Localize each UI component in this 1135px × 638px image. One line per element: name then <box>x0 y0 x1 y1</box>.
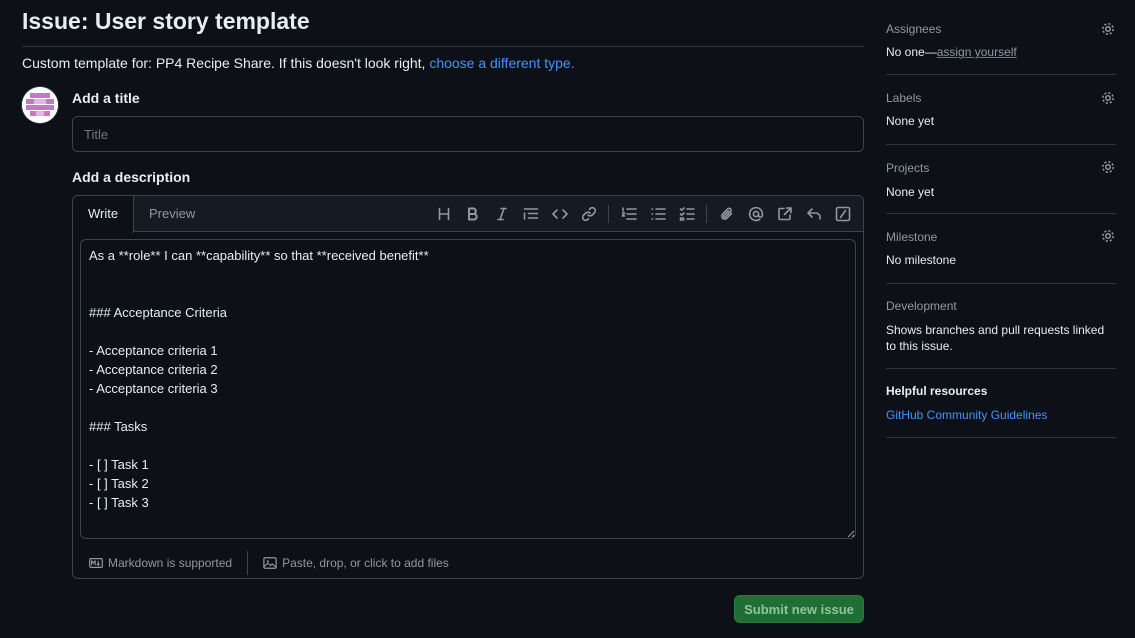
projects-value: None yet <box>886 185 935 199</box>
markdown-supported-link[interactable]: Markdown is supported <box>89 556 232 570</box>
identicon-icon <box>22 87 58 123</box>
reference-icon[interactable] <box>770 200 799 228</box>
attach-note: Paste, drop, or click to add files <box>282 555 449 570</box>
milestone-section: Milestone No milestone <box>886 214 1116 284</box>
development-section: Development Shows branches and pull requ… <box>886 284 1116 369</box>
assign-yourself-link[interactable]: assign yourself <box>937 45 1017 59</box>
heading-icon[interactable] <box>429 200 458 228</box>
assignees-none: No one— <box>886 45 937 59</box>
choose-different-type-link[interactable]: choose a different type. <box>429 55 574 71</box>
assignees-gear-icon[interactable] <box>1100 21 1116 37</box>
development-value: Shows branches and pull requests linked … <box>886 323 1105 353</box>
mention-icon[interactable] <box>741 200 770 228</box>
title-divider <box>22 46 864 47</box>
description-label: Add a description <box>72 169 191 185</box>
community-guidelines-link[interactable]: GitHub Community Guidelines <box>886 408 1047 422</box>
assignees-value: No one—assign yourself <box>886 45 1017 59</box>
tab-write[interactable]: Write <box>73 196 135 233</box>
toolbar-divider <box>706 205 707 223</box>
labels-value: None yet <box>886 114 935 128</box>
task-list-icon[interactable] <box>672 200 701 228</box>
title-label: Add a title <box>72 90 140 106</box>
milestone-gear-icon[interactable] <box>1100 228 1116 244</box>
submit-issue-button[interactable]: Submit new issue <box>734 595 864 623</box>
image-icon <box>263 556 277 569</box>
footer-divider <box>247 550 249 575</box>
markdown-note: Markdown is supported <box>108 555 233 570</box>
reply-icon[interactable] <box>799 200 828 228</box>
attach-icon[interactable] <box>712 200 741 228</box>
description-textarea[interactable]: As a **role** I can **capability** so th… <box>80 239 856 539</box>
editor-header: Write Preview <box>73 196 863 233</box>
development-heading: Development <box>886 299 957 313</box>
projects-section: Projects None yet <box>886 145 1116 214</box>
bold-icon[interactable] <box>458 200 487 228</box>
unordered-list-icon[interactable] <box>643 200 672 228</box>
helpful-resources-heading: Helpful resources <box>886 384 988 398</box>
projects-heading: Projects <box>886 161 930 175</box>
template-notice-text: Custom template for: PP4 Recipe Share. I… <box>22 55 430 71</box>
template-notice: Custom template for: PP4 Recipe Share. I… <box>22 55 575 71</box>
slash-commands-icon[interactable] <box>828 200 857 228</box>
link-icon[interactable] <box>574 200 603 228</box>
helpful-resources-section: Helpful resources GitHub Community Guide… <box>886 369 1116 438</box>
italic-icon[interactable] <box>487 200 516 228</box>
labels-section: Labels None yet <box>886 75 1116 145</box>
milestone-heading: Milestone <box>886 230 938 244</box>
tab-preview[interactable]: Preview <box>134 196 210 232</box>
page-title: Issue: User story template <box>22 8 310 34</box>
assignees-section: Assignees No one—assign yourself <box>886 14 1116 75</box>
title-input[interactable] <box>72 116 864 152</box>
labels-gear-icon[interactable] <box>1100 90 1116 106</box>
description-editor: Write Preview As a **role** I can **capa… <box>72 195 864 579</box>
avatar[interactable] <box>22 87 58 123</box>
attach-files-button[interactable]: Paste, drop, or click to add files <box>263 556 449 570</box>
toolbar-divider <box>608 205 609 223</box>
issue-sidebar: Assignees No one—assign yourself Labels … <box>886 14 1116 438</box>
ordered-list-icon[interactable] <box>614 200 643 228</box>
quote-icon[interactable] <box>516 200 545 228</box>
markdown-icon <box>89 557 103 568</box>
projects-gear-icon[interactable] <box>1100 159 1116 175</box>
labels-heading: Labels <box>886 91 922 105</box>
editor-footer: Markdown is supported Paste, drop, or cl… <box>73 546 863 579</box>
code-icon[interactable] <box>545 200 574 228</box>
milestone-value: No milestone <box>886 253 957 267</box>
assignees-heading: Assignees <box>886 22 942 36</box>
markdown-toolbar <box>429 196 857 232</box>
